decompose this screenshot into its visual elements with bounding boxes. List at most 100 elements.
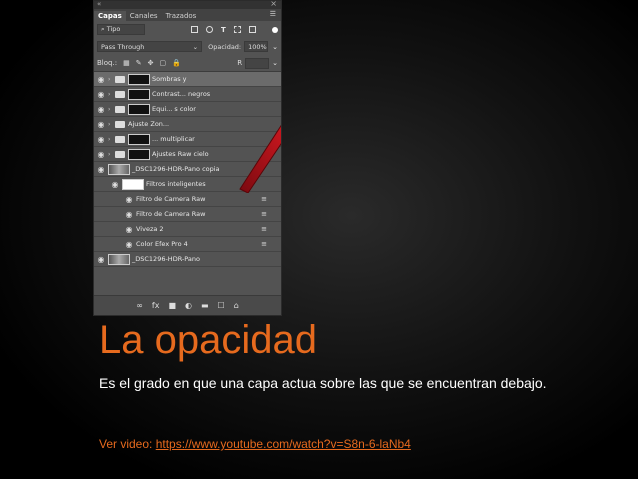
opacity-value: 100% xyxy=(248,42,267,51)
collapse-icon[interactable]: « xyxy=(97,1,101,8)
layer-name: Contrast... negros xyxy=(152,90,211,98)
tab-capas[interactable]: Capas xyxy=(94,11,126,21)
layer-thumbnail xyxy=(128,88,150,100)
layer-row[interactable]: ◉ Filtro de Camera Raw ≡ xyxy=(94,207,281,222)
type-filter-icon[interactable]: T xyxy=(221,26,226,34)
layer-name: Color Efex Pro 4 xyxy=(136,240,188,248)
layer-row[interactable]: ◉ Filtro de Camera Raw ≡ xyxy=(94,192,281,207)
lock-all-icon[interactable]: 🔒 xyxy=(172,59,181,67)
visibility-eye-icon[interactable]: ◉ xyxy=(94,135,108,144)
layers-panel: « × Capas Canales Trazados ☰ ⌕ Tipo T Pa… xyxy=(93,0,282,316)
filter-options-icon[interactable]: ≡ xyxy=(261,210,267,218)
visibility-eye-icon[interactable]: ◉ xyxy=(122,225,136,234)
folder-icon xyxy=(115,105,125,113)
layer-thumbnail xyxy=(122,178,144,190)
filter-options-icon[interactable]: ≡ xyxy=(261,225,267,233)
panel-action-icon[interactable]: ◐ xyxy=(185,301,192,310)
folder-icon xyxy=(115,150,125,158)
folder-icon xyxy=(115,75,125,83)
folder-icon xyxy=(115,120,125,128)
layer-name: Ajustes Raw cielo xyxy=(152,150,209,158)
lock-artboard-icon[interactable]: ▢ xyxy=(159,59,166,67)
layer-name: Filtros inteligentes xyxy=(146,180,206,188)
opacity-chevron-icon[interactable]: ⌄ xyxy=(272,43,278,51)
blend-mode-value: Pass Through xyxy=(101,42,145,51)
layer-thumbnail xyxy=(108,253,130,265)
lock-label: Bloq.: xyxy=(97,59,118,67)
panel-action-icon[interactable]: ∞ xyxy=(136,301,143,310)
layer-row[interactable]: ◉ Viveza 2 ≡ xyxy=(94,222,281,237)
folder-icon xyxy=(115,135,125,143)
video-line: Ver video: https://www.youtube.com/watch… xyxy=(99,437,411,451)
opacity-field[interactable]: 100% xyxy=(244,41,269,52)
layer-name: _DSC1296-HDR-Pano xyxy=(132,255,201,263)
expand-arrow-icon[interactable]: › xyxy=(108,106,115,113)
panel-action-icon[interactable]: ▬ xyxy=(201,301,209,310)
visibility-eye-icon[interactable]: ◉ xyxy=(94,90,108,99)
layer-name: Equi... s color xyxy=(152,105,196,113)
filter-toggle[interactable] xyxy=(272,26,278,33)
layer-thumbnail xyxy=(128,133,150,145)
panel-action-icon[interactable]: ☐ xyxy=(218,301,225,310)
layer-name: ... multiplicar xyxy=(152,135,195,143)
visibility-eye-icon[interactable]: ◉ xyxy=(94,255,108,264)
visibility-eye-icon[interactable]: ◉ xyxy=(94,150,108,159)
layer-name: Ajuste Zon... xyxy=(128,120,170,128)
adjustment-filter-icon[interactable] xyxy=(206,25,213,33)
lock-paint-icon[interactable]: ✎ xyxy=(136,59,142,67)
panel-action-icon[interactable]: ■ xyxy=(168,301,176,310)
filter-icons: T xyxy=(191,25,256,34)
panel-tabs: Capas Canales Trazados ☰ xyxy=(94,9,281,21)
panel-action-icon[interactable]: fx xyxy=(152,301,160,310)
layer-thumbnail xyxy=(128,103,150,115)
layer-thumbnail xyxy=(128,148,150,160)
expand-arrow-icon[interactable]: › xyxy=(108,151,115,158)
visibility-eye-icon[interactable]: ◉ xyxy=(94,120,108,129)
slide-description: Es el grado en que una capa actua sobre … xyxy=(99,375,547,391)
layer-thumbnail xyxy=(108,163,130,175)
close-icon[interactable]: × xyxy=(270,1,277,8)
filter-kind-select[interactable]: ⌕ Tipo xyxy=(97,24,145,35)
filter-options-icon[interactable]: ≡ xyxy=(261,240,267,248)
tab-canales[interactable]: Canales xyxy=(126,11,162,21)
visibility-eye-icon[interactable]: ◉ xyxy=(94,75,108,84)
layer-name: Viveza 2 xyxy=(136,225,164,233)
red-arrow xyxy=(239,124,281,193)
panel-topbar: « × xyxy=(94,1,281,9)
filter-options-icon[interactable]: ≡ xyxy=(261,195,267,203)
layer-name: Filtro de Camera Raw xyxy=(136,195,206,203)
visibility-eye-icon[interactable]: ◉ xyxy=(122,240,136,249)
layer-row[interactable]: ◉ _DSC1296-HDR-Pano xyxy=(94,252,281,267)
expand-arrow-icon[interactable]: › xyxy=(108,91,115,98)
visibility-eye-icon[interactable]: ◉ xyxy=(122,210,136,219)
lock-position-icon[interactable]: ✥ xyxy=(148,59,154,67)
visibility-eye-icon[interactable]: ◉ xyxy=(108,180,122,189)
slide-title: La opacidad xyxy=(99,318,317,362)
pixel-filter-icon[interactable] xyxy=(191,25,198,33)
smart-filter-icon[interactable] xyxy=(248,25,256,33)
blend-mode-select[interactable]: Pass Through ⌄ xyxy=(97,41,203,52)
expand-arrow-icon[interactable]: › xyxy=(108,121,115,128)
expand-arrow-icon[interactable]: › xyxy=(108,136,115,143)
layer-row[interactable]: ◉ Color Efex Pro 4 ≡ xyxy=(94,237,281,252)
video-link[interactable]: https://www.youtube.com/watch?v=S8n-6-la… xyxy=(156,437,411,451)
opacity-label: Opacidad: xyxy=(208,42,242,51)
folder-icon xyxy=(115,90,125,98)
panel-action-icon[interactable]: ⌂ xyxy=(234,301,239,310)
layer-name: Sombras y xyxy=(152,75,187,83)
expand-arrow-icon[interactable]: › xyxy=(108,76,115,83)
panel-bottom-bar: ∞ fx ■ ◐ ▬ ☐ ⌂ xyxy=(94,295,281,315)
layer-name: _DSC1296-HDR-Pano copia xyxy=(132,165,220,173)
visibility-eye-icon[interactable]: ◉ xyxy=(122,195,136,204)
video-label: Ver video: xyxy=(99,437,153,451)
layer-name: Filtro de Camera Raw xyxy=(136,210,206,218)
lock-pixels-icon[interactable]: ▦ xyxy=(123,59,130,67)
chevron-down-icon: ⌄ xyxy=(192,42,199,51)
layer-thumbnail xyxy=(128,73,150,85)
shape-filter-icon[interactable] xyxy=(233,25,241,33)
panel-menu-icon[interactable]: ☰ xyxy=(270,10,276,18)
visibility-eye-icon[interactable]: ◉ xyxy=(94,105,108,114)
tab-trazados[interactable]: Trazados xyxy=(162,11,201,21)
filter-kind-label: ⌕ Tipo xyxy=(101,25,121,33)
visibility-eye-icon[interactable]: ◉ xyxy=(94,165,108,174)
